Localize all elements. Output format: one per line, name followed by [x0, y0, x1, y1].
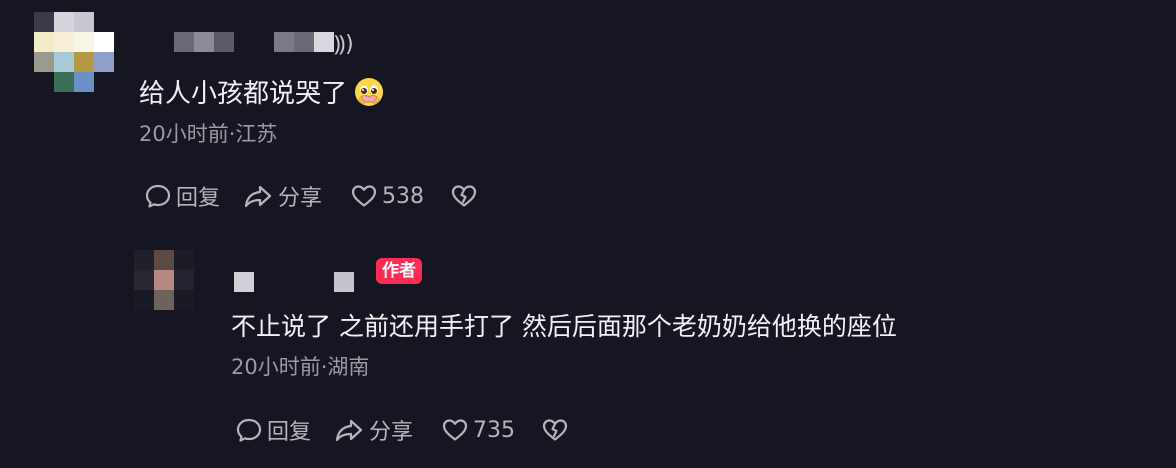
like-count: 735 — [473, 417, 516, 443]
like-button[interactable]: 538 — [350, 182, 424, 210]
reply-label: 回复 — [267, 420, 312, 445]
username-blurred[interactable]: ⸩) — [174, 32, 364, 57]
comment-actions: 回复 分享 538 — [144, 181, 478, 211]
comment-actions: 回复 分享 735 — [235, 415, 569, 445]
author-badge: 作者 — [376, 258, 422, 284]
reply-button[interactable]: 回复 — [144, 180, 220, 212]
avatar[interactable] — [134, 250, 194, 310]
reply-button[interactable]: 回复 — [235, 414, 311, 446]
dislike-button[interactable] — [450, 182, 478, 210]
share-button[interactable]: 分享 — [333, 414, 413, 446]
heart-icon — [350, 182, 378, 210]
comment-meta: 20小时前·江苏 — [139, 122, 278, 146]
username-tail: ⸩) — [334, 32, 354, 57]
share-label: 分享 — [278, 186, 323, 211]
avatar[interactable] — [34, 12, 114, 92]
share-arrow-icon — [333, 416, 365, 444]
comment-bubble-icon — [144, 182, 172, 210]
reply-item: 作者 不止说了 之前还用手打了 然后后面那个老奶奶给他换的座位 20小时前·湖南… — [0, 230, 1176, 468]
share-button[interactable]: 分享 — [242, 180, 322, 212]
comment-text: 不止说了 之前还用手打了 然后后面那个老奶奶给他换的座位 — [231, 312, 897, 341]
heart-icon — [441, 416, 469, 444]
comment-item: ⸩) 给人小孩都说哭了 20小时前·江苏 回复 分享 538 — [0, 0, 1176, 230]
like-button[interactable]: 735 — [441, 416, 515, 444]
pleading-face-emoji — [353, 76, 385, 108]
comment-text: 给人小孩都说哭了 — [139, 76, 385, 112]
comment-meta: 20小时前·湖南 — [231, 355, 370, 379]
reply-label: 回复 — [176, 186, 221, 211]
share-arrow-icon — [242, 182, 274, 210]
comment-text-content: 给人小孩都说哭了 — [139, 79, 348, 109]
username-blurred[interactable] — [234, 272, 364, 292]
comment-bubble-icon — [235, 416, 263, 444]
broken-heart-icon — [541, 416, 569, 444]
share-label: 分享 — [369, 420, 414, 445]
dislike-button[interactable] — [541, 416, 569, 444]
like-count: 538 — [382, 183, 425, 209]
broken-heart-icon — [450, 182, 478, 210]
